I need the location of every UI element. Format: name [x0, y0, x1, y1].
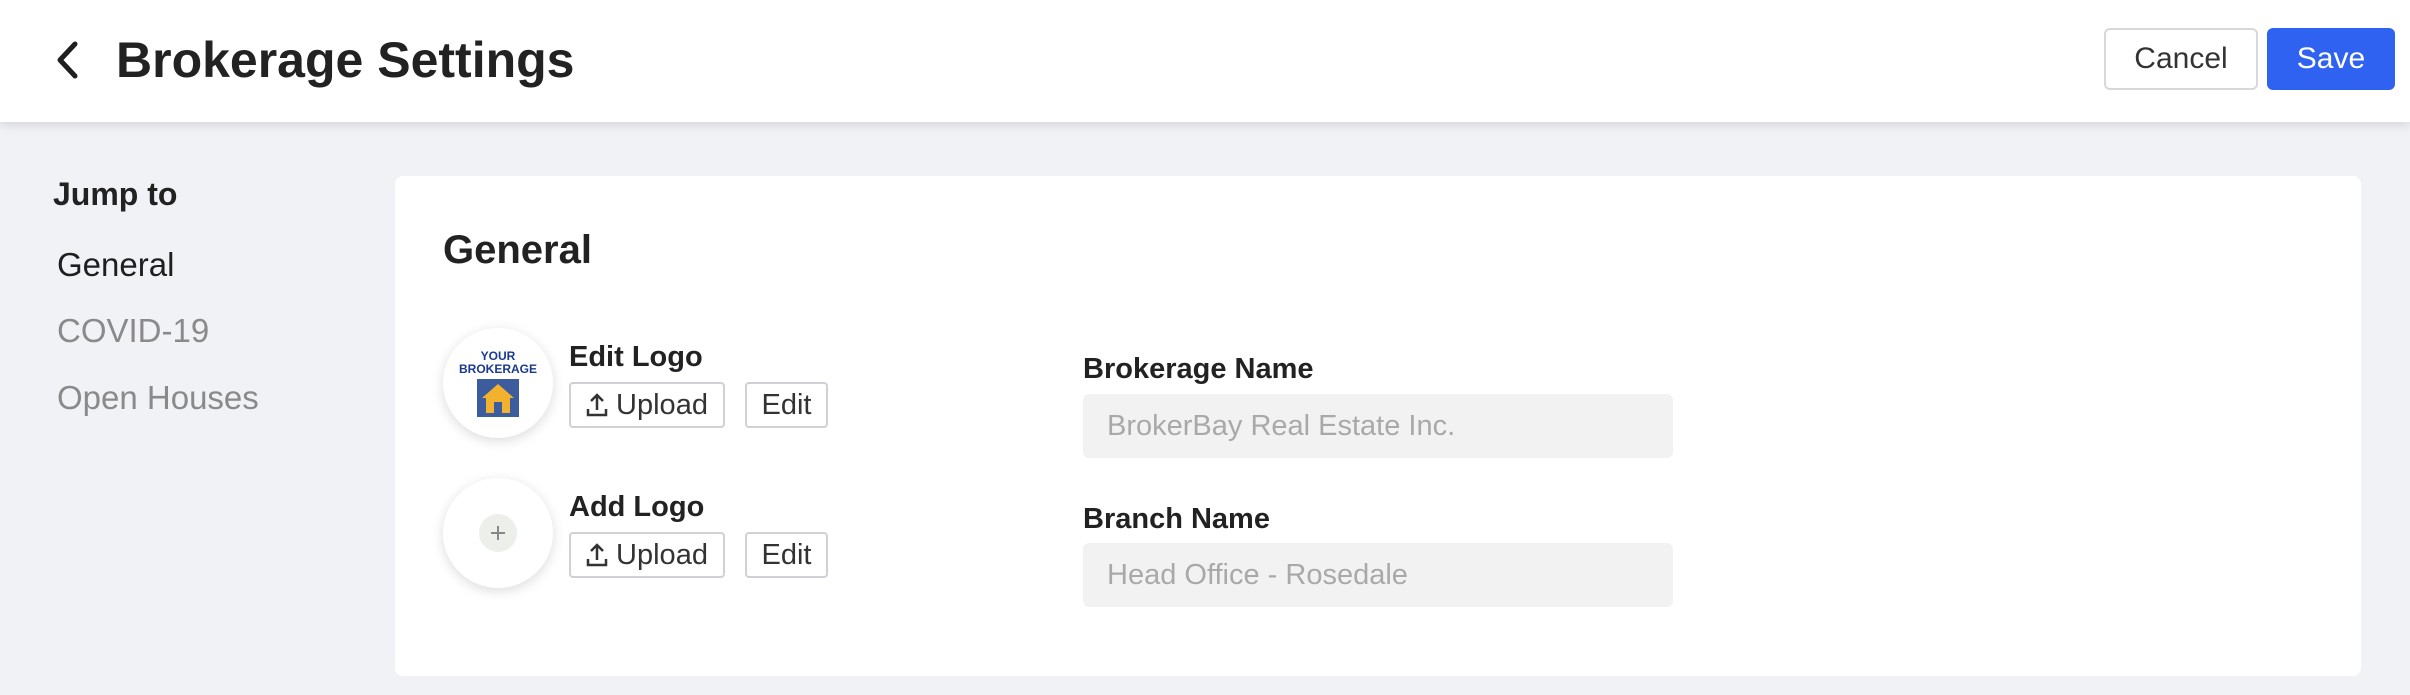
upload-label: Upload: [616, 388, 708, 421]
add-logo-label: Add Logo: [569, 491, 705, 523]
edit-logo-label: Edit Logo: [569, 341, 703, 373]
general-section: General YOUR BROKERAGE Edit Logo Upload …: [395, 176, 2361, 676]
page-header: Brokerage Settings Cancel Save: [0, 0, 2410, 122]
branch-name-input[interactable]: [1083, 543, 1673, 607]
nav-item-general[interactable]: General: [57, 246, 174, 284]
brokerage-name-label: Brokerage Name: [1083, 353, 1314, 385]
page-title: Brokerage Settings: [116, 32, 575, 88]
upload-icon: [586, 543, 608, 567]
section-title: General: [443, 228, 592, 272]
plus-icon: [491, 526, 505, 540]
plus-badge: [479, 514, 517, 552]
add-logo-placeholder[interactable]: [443, 478, 553, 588]
logo-text: YOUR BROKERAGE: [458, 348, 537, 376]
brokerage-name-input[interactable]: [1083, 394, 1673, 458]
house-icon: [477, 378, 519, 417]
upload-logo-button[interactable]: Upload: [569, 382, 725, 428]
nav-item-open-houses[interactable]: Open Houses: [57, 379, 259, 417]
brokerage-logo[interactable]: YOUR BROKERAGE: [443, 328, 553, 438]
edit-logo-button[interactable]: Edit: [745, 382, 828, 428]
upload-icon: [586, 393, 608, 417]
edit-add-logo-button[interactable]: Edit: [745, 532, 828, 578]
jump-to-heading: Jump to: [53, 176, 178, 212]
save-button[interactable]: Save: [2267, 28, 2395, 90]
cancel-button[interactable]: Cancel: [2104, 28, 2258, 90]
back-arrow-icon: [57, 41, 78, 79]
back-button[interactable]: [44, 32, 92, 88]
upload-label: Upload: [616, 538, 708, 571]
upload-add-logo-button[interactable]: Upload: [569, 532, 725, 578]
nav-item-covid-19[interactable]: COVID-19: [57, 312, 209, 350]
branch-name-label: Branch Name: [1083, 503, 1270, 535]
